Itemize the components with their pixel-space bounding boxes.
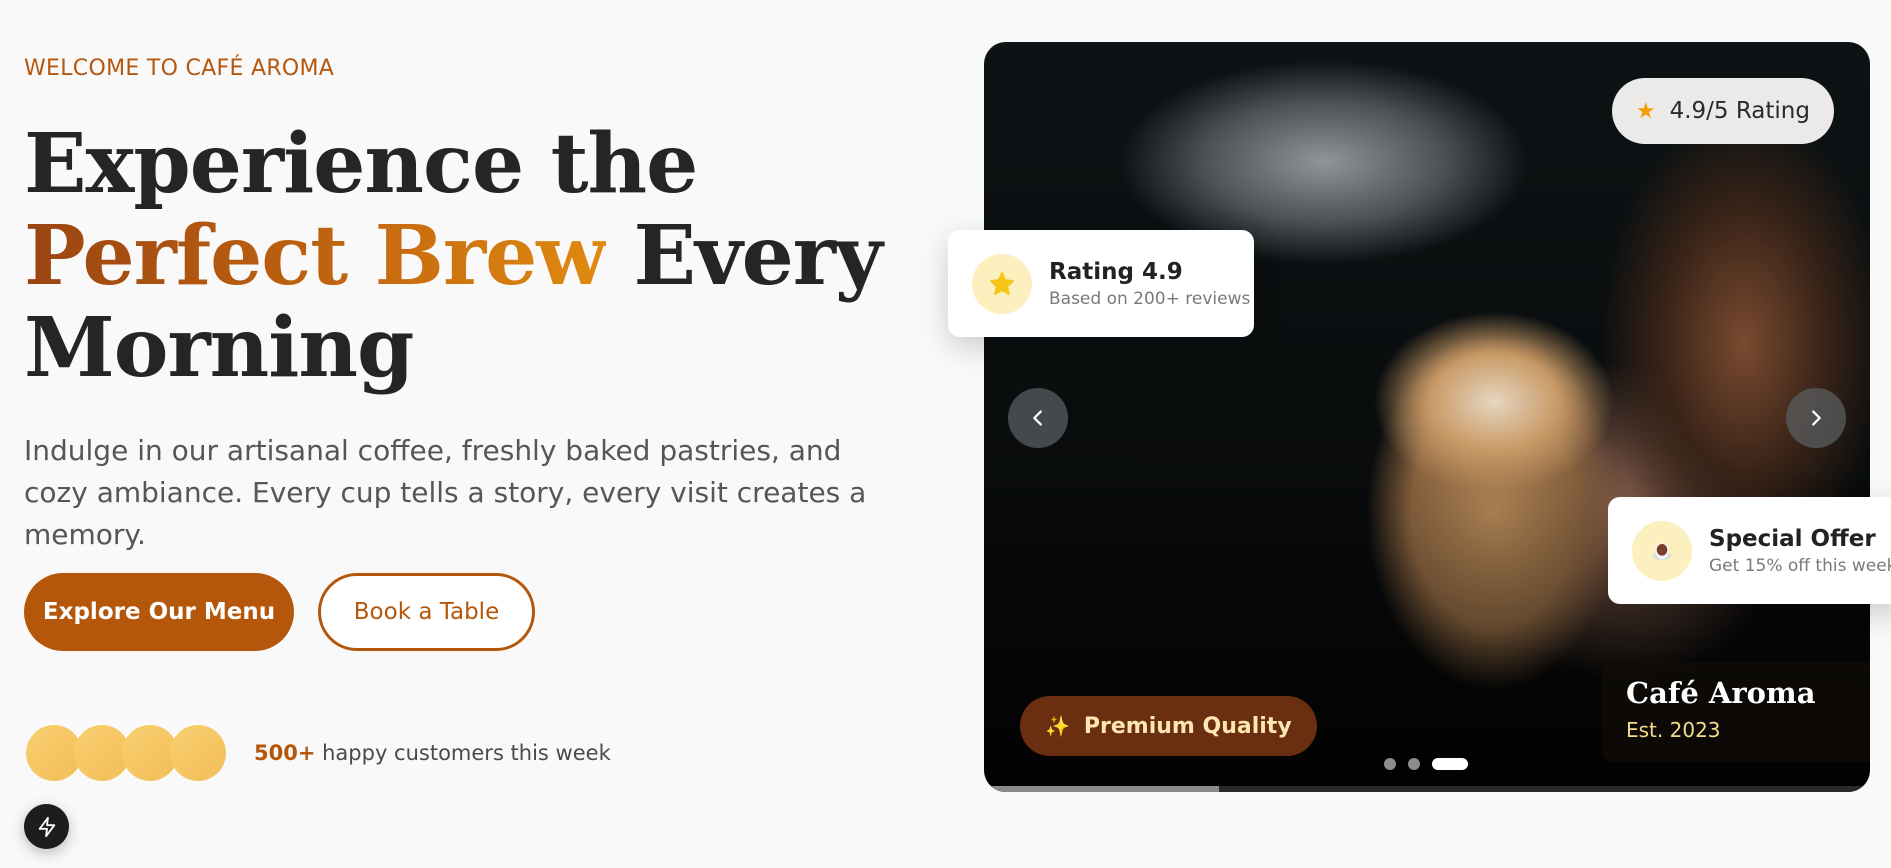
headline-line-1: Experience the: [24, 116, 698, 212]
slider-dot[interactable]: [1408, 758, 1420, 770]
special-offer-card: Special Offer Get 15% off this week: [1608, 497, 1891, 604]
book-table-button[interactable]: Book a Table: [318, 573, 535, 651]
rating-card: Rating 4.9 Based on 200+ reviews: [948, 230, 1254, 337]
rating-card-icon-wrap: [972, 253, 1032, 314]
rating-pill-text: 4.9/5 Rating: [1669, 98, 1810, 124]
headline-accent: Perfect Brew: [24, 208, 607, 304]
welcome-eyebrow: WELCOME TO CAFÉ AROMA: [24, 56, 335, 81]
star-icon: [990, 271, 1014, 295]
star-icon: ★: [1635, 98, 1656, 124]
hero-headline: Experience the Perfect Brew Every Mornin…: [24, 118, 964, 394]
brand-caption: Café Aroma Est. 2023: [1602, 662, 1870, 762]
social-proof: 500+ happy customers this week: [26, 725, 611, 781]
rating-card-subtitle: Based on 200+ reviews: [1049, 288, 1251, 309]
slider-prev-button[interactable]: [1008, 388, 1068, 448]
coffee-cup-icon: [1652, 542, 1672, 560]
quick-action-button[interactable]: [24, 804, 69, 849]
explore-menu-button[interactable]: Explore Our Menu: [24, 573, 294, 651]
avatar-stack: [26, 725, 226, 781]
hero-subtitle: Indulge in our artisanal coffee, freshly…: [24, 434, 867, 551]
headline-line-3: Morning: [24, 300, 414, 396]
customer-count: 500+: [254, 741, 316, 765]
slider-dot-active[interactable]: [1432, 758, 1468, 770]
offer-card-title: Special Offer: [1709, 525, 1876, 552]
slider-dot[interactable]: [1384, 758, 1396, 770]
rating-pill: ★ 4.9/5 Rating: [1611, 78, 1834, 144]
premium-label: Premium Quality: [1083, 713, 1292, 739]
offer-card-subtitle: Get 15% off this week: [1709, 555, 1891, 576]
rating-card-title: Rating 4.9: [1049, 258, 1183, 285]
brand-name: Café Aroma: [1626, 676, 1816, 710]
slide-progress-track: [984, 786, 1870, 792]
offer-card-icon-wrap: [1632, 520, 1692, 581]
social-proof-text: 500+ happy customers this week: [254, 741, 611, 765]
brand-established: Est. 2023: [1626, 718, 1721, 742]
avatar: [170, 725, 226, 781]
chevron-left-icon: [1033, 410, 1042, 426]
customer-label: happy customers this week: [315, 741, 611, 765]
slide-progress-fill: [984, 786, 1219, 792]
headline-rest: Every: [605, 208, 882, 304]
slider-next-button[interactable]: [1786, 388, 1846, 448]
premium-quality-badge: ✨ Premium Quality: [1020, 696, 1317, 756]
slider-dots: [1384, 758, 1480, 770]
sparkles-icon: ✨: [1045, 714, 1070, 738]
chevron-right-icon: [1812, 410, 1821, 426]
hero-image-slider: ★ 4.9/5 Rating ✨ Premium Quality Café Ar…: [984, 42, 1870, 792]
lightning-icon: [38, 816, 55, 837]
